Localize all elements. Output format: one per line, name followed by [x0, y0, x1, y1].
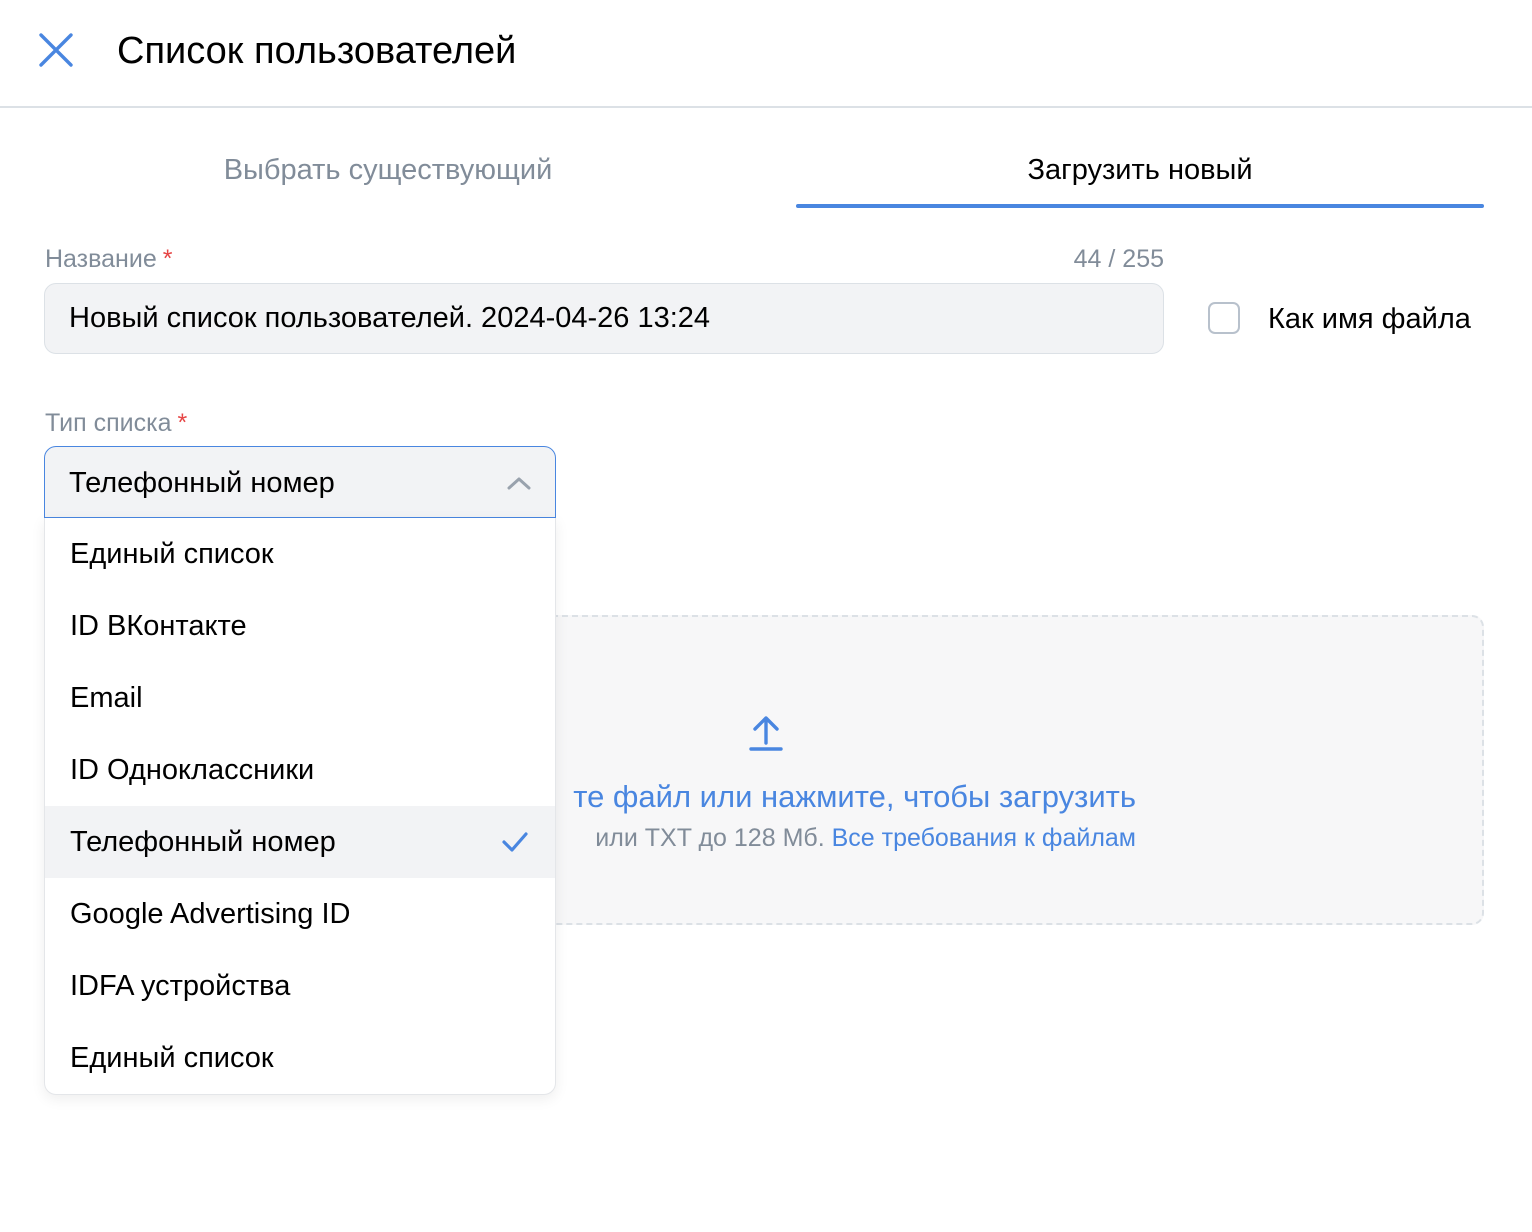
check-icon [502, 832, 528, 852]
filename-checkbox[interactable] [1208, 302, 1240, 334]
list-type-dropdown: Единый список ID ВКонтакте Email ID Одно… [44, 518, 556, 1095]
tab-upload-new[interactable]: Загрузить новый [796, 148, 1484, 208]
list-type-label: Тип списка * [45, 407, 187, 439]
option-label: ID ВКонтакте [70, 610, 247, 642]
required-mark: * [162, 245, 173, 273]
dropdown-option[interactable]: Единый список [45, 1022, 555, 1094]
character-counter: 44 / 255 [1073, 245, 1164, 273]
option-label: ID Одноклассники [70, 754, 315, 786]
page-title: Список пользователей [117, 30, 517, 72]
option-label: IDFA устройства [70, 970, 291, 1002]
upload-hint: или TXT до 128 Мб. Все требования к файл… [595, 822, 1136, 854]
dropdown-option[interactable]: Единый список [45, 518, 555, 590]
file-requirements-link[interactable]: Все требования к файлам [832, 824, 1136, 852]
modal-header: Список пользователей [0, 0, 1532, 108]
dropdown-option[interactable]: Google Advertising ID [45, 878, 555, 950]
dropdown-option[interactable]: ID ВКонтакте [45, 590, 555, 662]
required-mark: * [177, 409, 188, 437]
tab-select-existing[interactable]: Выбрать существующий [44, 148, 732, 208]
active-tab-indicator [796, 204, 1484, 208]
filename-checkbox-label[interactable]: Как имя файла [1268, 300, 1471, 338]
upload-hint-text: или TXT до 128 Мб. [595, 824, 825, 852]
upload-main-text: те файл или нажмите, чтобы загрузить [573, 779, 1136, 814]
list-type-select[interactable]: Телефонный номер [44, 446, 556, 518]
name-field-label: Название * [45, 243, 172, 275]
dropdown-option[interactable]: IDFA устройства [45, 950, 555, 1022]
name-input[interactable] [44, 283, 1164, 354]
user-list-modal: Список пользователей Выбрать существующи… [0, 0, 1532, 1232]
name-label-text: Название [45, 245, 157, 273]
dropdown-option-selected[interactable]: Телефонный номер [45, 806, 555, 878]
close-icon [39, 33, 73, 67]
dropdown-option[interactable]: Email [45, 662, 555, 734]
chevron-up-icon [507, 477, 531, 490]
option-label: Email [70, 682, 143, 714]
option-label: Телефонный номер [70, 826, 336, 858]
option-label: Единый список [70, 1042, 274, 1074]
file-drop-zone[interactable]: те файл или нажмите, чтобы загрузить или… [540, 615, 1484, 925]
dropdown-option[interactable]: ID Одноклассники [45, 734, 555, 806]
list-type-label-text: Тип списка [45, 409, 172, 437]
option-label: Единый список [70, 538, 274, 570]
option-label: Google Advertising ID [70, 898, 351, 930]
upload-icon [749, 716, 783, 751]
close-button[interactable] [36, 30, 76, 70]
list-type-selected-value: Телефонный номер [69, 467, 335, 499]
